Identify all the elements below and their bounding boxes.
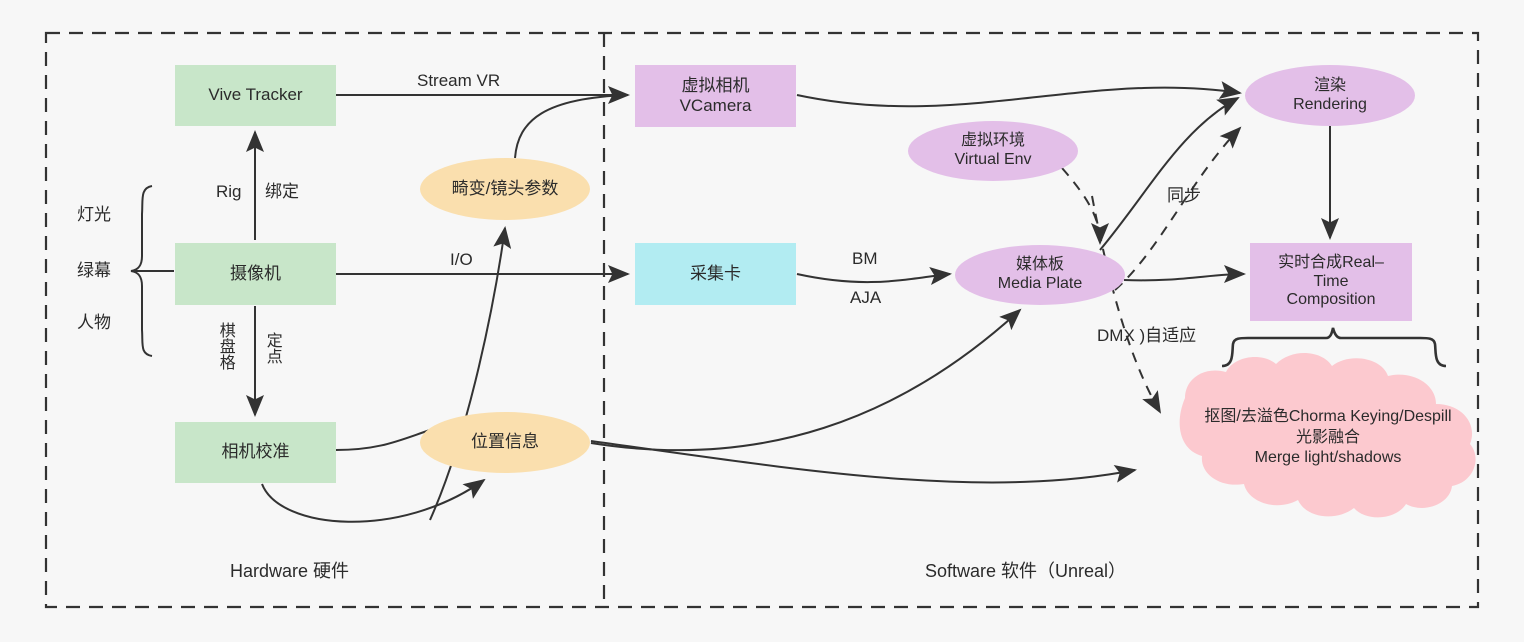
edge-capture-to-mediaplate: [796, 267, 952, 285]
node-rendering[interactable]: 渲染 Rendering: [1245, 65, 1415, 126]
edge-up-to-lens: [429, 226, 512, 521]
node-label-line1: 实时合成Real–: [1278, 253, 1384, 271]
section-label-hardware: Hardware 硬件: [230, 561, 350, 581]
node-vcamera[interactable]: 虚拟相机 VCamera: [635, 65, 796, 127]
node-vive-tracker[interactable]: Vive Tracker: [175, 65, 336, 126]
node-capture-card[interactable]: 采集卡: [635, 243, 796, 305]
node-label-cn: 虚拟相机: [681, 75, 750, 95]
edge-label-dmx: DMX )自适应: [1097, 326, 1197, 345]
cloud-label-line1: 抠图/去溢色Chorma Keying/Despill: [1204, 408, 1452, 426]
edge-calibration-loop-position: [261, 478, 486, 523]
node-label-cn: 虚拟环境: [960, 132, 1025, 150]
edge-vcamera-to-rendering: [796, 81, 1242, 108]
node-camera[interactable]: 摄像机: [175, 243, 336, 305]
edge-mediaplate-to-composition: [1123, 265, 1246, 284]
edge-label-tongbu: 同步: [1167, 186, 1201, 205]
node-label-cn: 渲染: [1313, 76, 1346, 94]
edge-label-qipange: 棋盘格: [216, 322, 234, 370]
node-label-line3: Composition: [1286, 291, 1376, 309]
edge-label-bm: BM: [852, 249, 878, 268]
node-media-plate[interactable]: 媒体板 Media Plate: [955, 245, 1125, 305]
input-label-subject: 人物: [77, 313, 111, 332]
cloud-label-line2: 光影融合: [1295, 428, 1360, 446]
node-label-en: Rendering: [1293, 95, 1367, 113]
node-label: 相机校准: [221, 442, 290, 462]
edge-label-aja: AJA: [850, 288, 882, 307]
section-label-software: Software 软件（Unreal）: [925, 561, 1127, 581]
node-label-cn: 媒体板: [1015, 256, 1064, 274]
node-label: Vive Tracker: [208, 85, 303, 105]
edge-label-rig: Rig: [216, 182, 242, 201]
cloud-label-line3: Merge light/shadows: [1254, 449, 1402, 467]
edge-calibration-to-position: [335, 429, 431, 451]
edge-dmx-to-keying-dashed: [1091, 195, 1161, 414]
node-label: 位置信息: [471, 432, 539, 452]
edge-position-to-keying: [590, 440, 1137, 484]
input-label-lighting: 灯光: [77, 205, 111, 224]
node-lens-params[interactable]: 畸变/镜头参数: [420, 158, 590, 220]
edge-label-stream-vr: Stream VR: [417, 71, 501, 90]
node-label: 畸变/镜头参数: [451, 178, 559, 198]
edge-position-to-mediaplate: [590, 308, 1022, 452]
node-composition[interactable]: 实时合成Real– Time Composition: [1250, 243, 1412, 321]
edge-lens-to-vcamera: [514, 94, 629, 159]
node-label-en: Virtual Env: [954, 151, 1032, 168]
node-camera-calibration[interactable]: 相机校准: [175, 422, 336, 483]
edge-label-io: I/O: [450, 250, 473, 269]
node-position-info[interactable]: 位置信息: [420, 412, 590, 473]
node-keying-cloud[interactable]: 抠图/去溢色Chorma Keying/Despill 光影融合 Merge l…: [1172, 348, 1484, 528]
node-virtual-env[interactable]: 虚拟环境 Virtual Env: [908, 121, 1078, 181]
input-label-green-screen: 绿幕: [77, 261, 111, 280]
node-label-line2: Time: [1313, 272, 1349, 290]
edge-sync-to-rendering-dashed: [1114, 126, 1242, 291]
node-label: 摄像机: [230, 263, 281, 283]
node-label-en: VCamera: [679, 96, 752, 115]
edge-mediaplate-to-rendering: [1099, 97, 1240, 251]
edge-label-bangding: 绑定: [265, 182, 299, 201]
edge-label-dingdian: 定点: [263, 332, 281, 364]
node-label: 采集卡: [690, 263, 741, 283]
diagram-canvas: Vive Tracker 摄像机 相机校准 畸变/镜头参数 位置信息 虚拟相机 …: [0, 0, 1524, 642]
node-label-en: Media Plate: [997, 275, 1083, 292]
